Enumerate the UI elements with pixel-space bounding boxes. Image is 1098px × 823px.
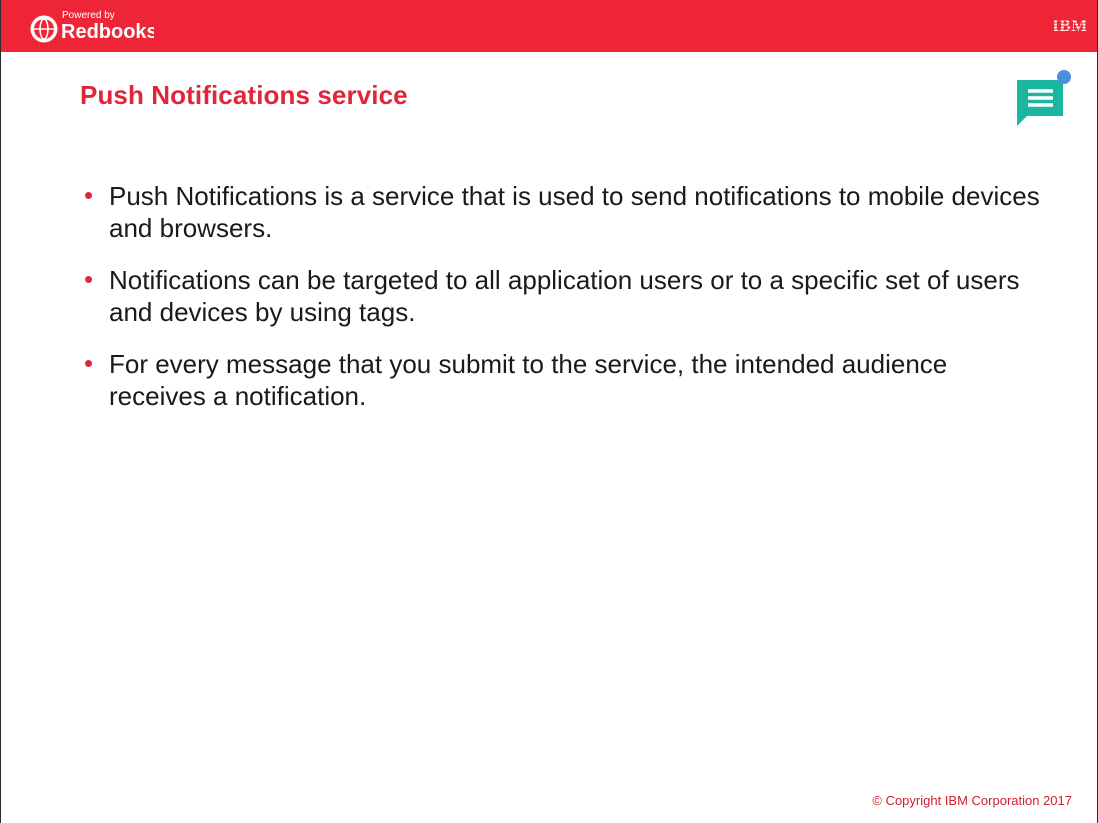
bullet-text: Notifications can be targeted to all app… [109,265,1020,327]
note-comment-icon[interactable] [1013,66,1077,128]
bullet-dot-icon: • [84,348,94,378]
bullet-dot-icon: • [84,264,94,294]
header-bar: Powered by Redbooks IBM [1,0,1097,52]
redbooks-logo: Powered by Redbooks [30,10,154,43]
bullet-dot-icon: • [84,180,94,210]
slide: Powered by Redbooks IBM Push Notificatio… [0,0,1098,823]
logo-subtext: Powered by [62,10,115,21]
page-title: Push Notifications service [80,80,408,110]
copyright-footer: © Copyright IBM Corporation 2017 [872,793,1072,808]
list-item: • Push Notifications is a service that i… [84,180,1048,244]
logo-wordmark: Redbooks [61,21,154,43]
bullet-list: • Push Notifications is a service that i… [84,180,1048,432]
bullet-text: For every message that you submit to the… [109,349,948,411]
bullet-text: Push Notifications is a service that is … [109,181,1040,243]
globe-icon [30,15,58,43]
ibm-logo: IBM [1054,16,1086,34]
ibm-wordmark: IBM [1054,16,1086,34]
list-item: • Notifications can be targeted to all a… [84,264,1048,328]
list-item: • For every message that you submit to t… [84,348,1048,412]
